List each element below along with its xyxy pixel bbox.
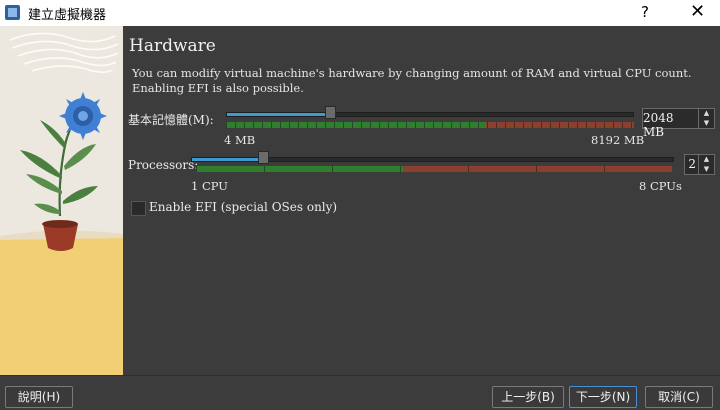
next-button[interactable]: 下一步(N) bbox=[569, 386, 637, 408]
page-description: You can modify virtual machine's hardwar… bbox=[132, 66, 692, 95]
memory-slider-handle[interactable] bbox=[325, 106, 336, 119]
processors-value: 2 bbox=[688, 157, 696, 171]
memory-min-label: 4 MB bbox=[224, 133, 256, 147]
processors-down-icon[interactable]: ▼ bbox=[699, 165, 714, 175]
memory-range-band bbox=[226, 122, 634, 128]
back-button[interactable]: 上一步(B) bbox=[492, 386, 564, 408]
cancel-button[interactable]: 取消(C) bbox=[645, 386, 713, 408]
hardware-page: Hardware You can modify virtual machine'… bbox=[124, 26, 720, 375]
memory-slider[interactable] bbox=[226, 106, 634, 121]
button-bar: 說明(H) 上一步(B) 下一步(N) 取消(C) bbox=[0, 375, 720, 410]
processors-max-label: 8 CPUs bbox=[639, 179, 682, 193]
processors-range-band bbox=[196, 166, 672, 172]
close-icon[interactable]: ✕ bbox=[690, 1, 705, 22]
enable-efi-label[interactable]: Enable EFI (special OSes only) bbox=[149, 200, 337, 214]
processors-label: Processors: bbox=[128, 158, 199, 172]
memory-max-label: 8192 MB bbox=[591, 133, 645, 147]
wizard-illustration bbox=[0, 26, 123, 375]
window-title: 建立虛擬機器 bbox=[28, 8, 107, 23]
memory-slider-fill bbox=[227, 113, 331, 116]
memory-label: 基本記憶體(M): bbox=[128, 113, 214, 127]
processors-up-icon[interactable]: ▲ bbox=[699, 155, 714, 165]
title-bar: 建立虛擬機器 ? ✕ bbox=[0, 0, 720, 26]
processors-slider-handle[interactable] bbox=[258, 151, 269, 164]
memory-value: 2048 MB bbox=[643, 111, 674, 139]
page-title: Hardware bbox=[129, 36, 216, 56]
virtualbox-icon bbox=[5, 5, 20, 20]
memory-down-icon[interactable]: ▼ bbox=[699, 119, 714, 129]
enable-efi-checkbox[interactable] bbox=[131, 201, 146, 216]
memory-spinbox[interactable]: 2048 MB ▲ ▼ bbox=[642, 108, 715, 139]
processors-slider[interactable] bbox=[191, 151, 674, 166]
processors-min-label: 1 CPU bbox=[191, 179, 228, 193]
help-button[interactable]: 說明(H) bbox=[5, 386, 73, 408]
memory-up-icon[interactable]: ▲ bbox=[699, 109, 714, 119]
processors-slider-fill bbox=[192, 158, 264, 161]
help-icon[interactable]: ? bbox=[641, 3, 649, 21]
processors-spinbox[interactable]: 2 ▲ ▼ bbox=[684, 154, 715, 175]
